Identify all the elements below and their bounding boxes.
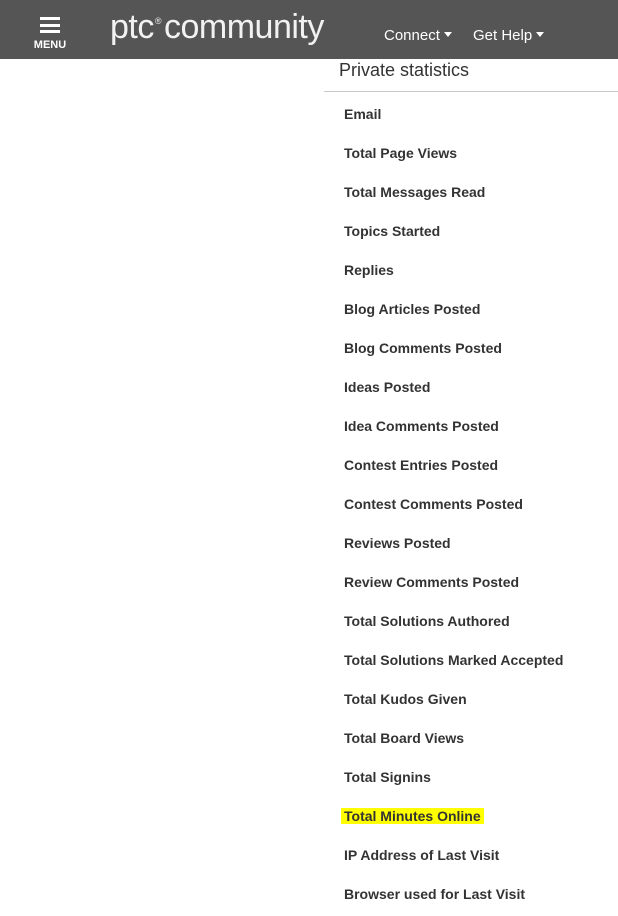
registered-mark: ® (154, 16, 162, 26)
stat-label: Topics Started (344, 223, 441, 239)
divider (324, 91, 618, 92)
caret-down-icon (443, 31, 452, 37)
nav-get-help[interactable]: Get Help (473, 27, 545, 44)
caret-down-icon (536, 31, 545, 37)
top-header: MENU ptc®community Connect Get Help (0, 0, 618, 59)
section-title: Private statistics (339, 60, 470, 80)
nav-connect-label: Connect (384, 27, 440, 44)
stat-label: Email (344, 106, 382, 122)
logo-community: community (164, 8, 324, 46)
stat-label: Total Messages Read (344, 184, 486, 200)
stat-label: Browser used for Last Visit (344, 886, 526, 902)
stat-label: Total Board Views (344, 730, 465, 746)
stat-label: IP Address of Last Visit (344, 847, 500, 863)
stat-label: Total Kudos Given (344, 691, 467, 707)
stat-label: Blog Comments Posted (344, 340, 502, 356)
stat-label: Blog Articles Posted (344, 301, 481, 317)
stat-label: Ideas Posted (344, 379, 431, 395)
stat-label: Total Solutions Authored (344, 613, 510, 629)
menu-button[interactable]: MENU (30, 14, 70, 54)
stat-label: Total Signins (344, 769, 431, 785)
nav-connect[interactable]: Connect (384, 27, 452, 44)
logo-ptc: ptc (110, 8, 154, 46)
stat-label: Contest Entries Posted (344, 457, 499, 473)
nav-get-help-label: Get Help (473, 27, 533, 44)
stat-label: Review Comments Posted (344, 574, 520, 590)
ptc-community-logo[interactable]: ptc®community (110, 8, 324, 47)
stat-label: Total Minutes Online (341, 808, 484, 824)
hamburger-icon (40, 17, 60, 33)
stat-label: Idea Comments Posted (344, 418, 499, 434)
stat-label: Total Solutions Marked Accepted (344, 652, 564, 668)
menu-label: MENU (33, 39, 67, 51)
stat-label: Total Page Views (344, 145, 458, 161)
stat-label: Contest Comments Posted (344, 496, 523, 512)
stat-label: Reviews Posted (344, 535, 451, 551)
stat-label: Replies (344, 262, 394, 278)
